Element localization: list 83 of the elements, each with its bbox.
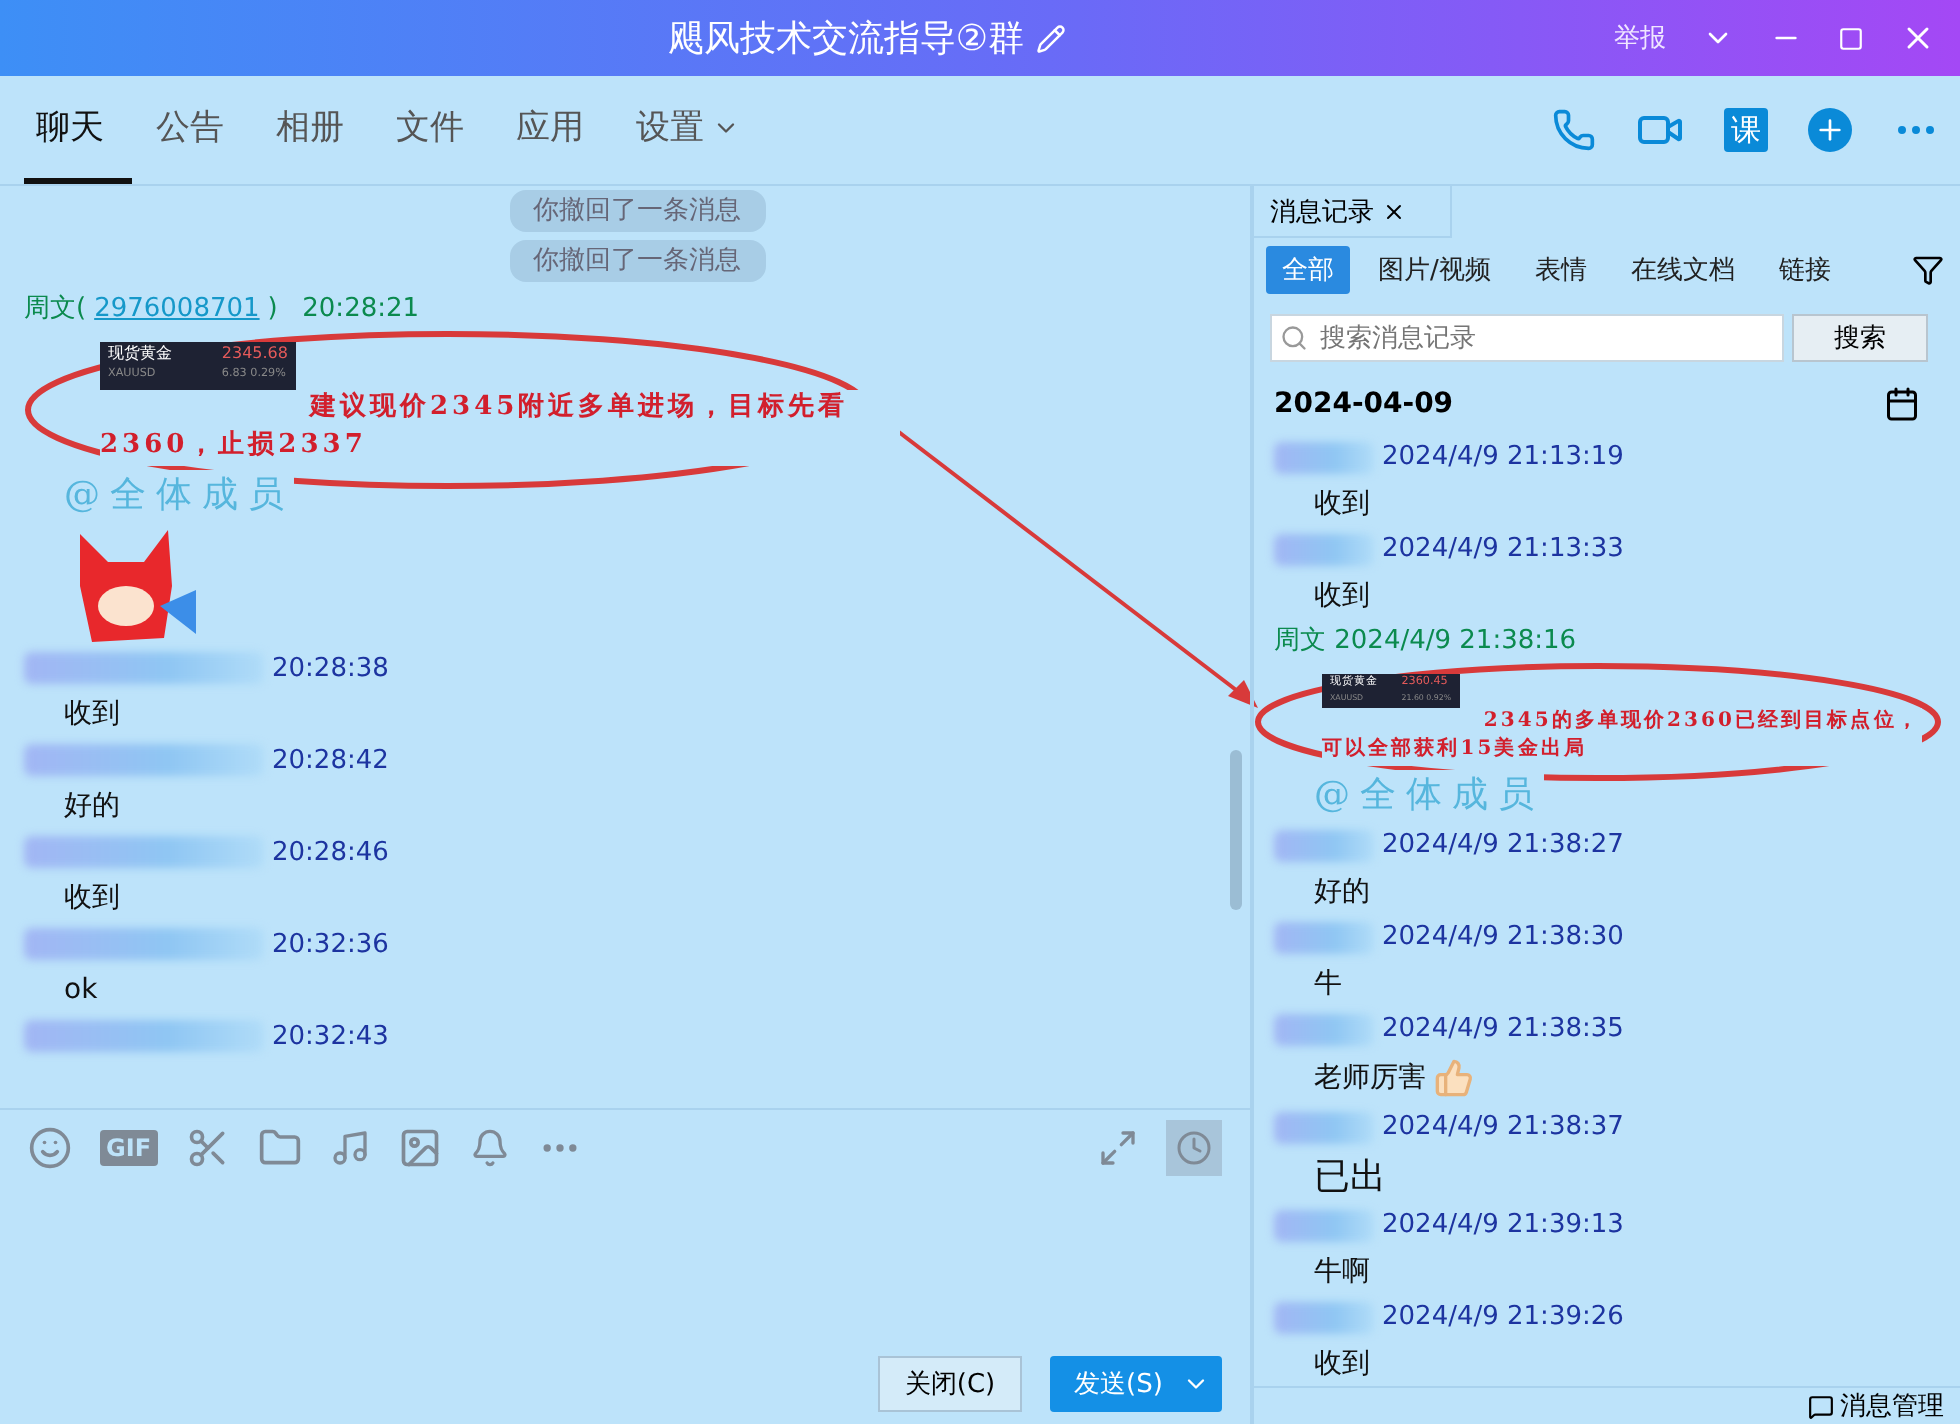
search-button[interactable]: 搜索 (1792, 314, 1928, 363)
mention-text: @全体成员 (1314, 770, 1544, 818)
blurred-name (1274, 1209, 1374, 1241)
message-time: 20:28:42 (272, 745, 389, 776)
message-manage-link[interactable]: 消息管理 (1840, 1388, 1944, 1424)
message-time: 20:32:36 (272, 929, 389, 960)
message-time: 2024/4/9 21:39:26 (1382, 1302, 1624, 1332)
history-tab[interactable]: 消息记录 (1254, 186, 1452, 239)
message-time: 2024/4/9 21:13:19 (1382, 442, 1624, 473)
filter-tab[interactable]: 表情 (1518, 246, 1603, 295)
plus-icon (1814, 114, 1846, 146)
message-text: 收到 (62, 880, 120, 917)
blurred-name (1274, 1111, 1374, 1143)
message-text: 老师厉害 (1312, 1060, 1426, 1096)
message-text: 好的 (62, 788, 120, 825)
tab[interactable]: 聊天 (24, 76, 132, 184)
filter-icon[interactable] (1912, 254, 1944, 287)
add-button[interactable] (1808, 108, 1852, 152)
image-icon[interactable] (397, 1126, 442, 1170)
message-time: 20:28:46 (272, 837, 389, 868)
search-icon (1280, 324, 1308, 353)
search-field[interactable]: 搜索消息记录 (1270, 314, 1784, 363)
calendar-icon[interactable] (1884, 385, 1920, 422)
message-text: 2345的多单现价2360已经到目标点位，可以全部获利15美金出局 (1322, 707, 1922, 766)
scissors-icon[interactable] (185, 1126, 230, 1170)
history-button[interactable] (1166, 1120, 1222, 1176)
message-time: 20:32:43 (272, 1021, 389, 1052)
folder-icon[interactable] (257, 1126, 302, 1170)
message-text: 收到 (1312, 577, 1370, 614)
blurred-name (1274, 829, 1374, 861)
mention-text: @全体成员 (64, 469, 294, 518)
clock-icon (1176, 1130, 1212, 1166)
bell-icon[interactable] (469, 1128, 510, 1168)
phone-icon[interactable] (1552, 108, 1596, 152)
message-text: 牛 (1312, 965, 1342, 1001)
message-time: 2024/4/9 21:38:37 (1382, 1112, 1624, 1142)
message-text: 收到 (1312, 485, 1370, 522)
close-icon[interactable] (1382, 199, 1406, 223)
message-time: 2024/4/9 21:38:30 (1382, 922, 1624, 952)
tab[interactable]: 相册 (264, 76, 372, 184)
report-link[interactable]: 举报 (1614, 20, 1666, 56)
expand-icon[interactable] (1098, 1128, 1138, 1168)
date-heading: 2024-04-09 (1274, 387, 1454, 420)
blurred-name (1274, 921, 1374, 953)
filter-tab[interactable]: 图片/视频 (1362, 246, 1507, 295)
filter-tab[interactable]: 链接 (1762, 246, 1847, 295)
message-icon (1808, 1393, 1834, 1419)
filter-tab[interactable]: 全部 (1266, 246, 1350, 295)
message-text: 已出 (1312, 1154, 1386, 1200)
bracket: ) (267, 293, 278, 323)
message-time: 2024/4/9 21:39:13 (1382, 1210, 1624, 1240)
message-time: 2024/4/9 21:38:35 (1382, 1014, 1624, 1044)
message-text: 好的 (1312, 873, 1370, 909)
blurred-name (1274, 1013, 1374, 1045)
message-text: 收到 (1312, 1345, 1370, 1381)
blurred-name (1274, 1301, 1374, 1333)
message-text: 牛啊 (1312, 1253, 1370, 1289)
send-button[interactable]: 发送(S) (1050, 1356, 1222, 1412)
thumbs-up-icon (1434, 1058, 1474, 1098)
message-text: 建议现价2345附近多单进场，目标先看2360，止损2337 (100, 390, 900, 466)
filter-tab[interactable]: 在线文档 (1614, 246, 1751, 295)
maximize-icon[interactable] (1838, 25, 1864, 51)
message-time: 2024/4/9 21:13:33 (1382, 534, 1624, 565)
tab[interactable]: 应用 (504, 76, 612, 184)
close-button[interactable]: 关闭(C) (878, 1356, 1022, 1412)
tab[interactable]: 设置 (624, 76, 768, 184)
window-title: 飓风技术交流指导②群 (667, 16, 1025, 62)
message-time: 20:28:38 (272, 653, 389, 684)
tab[interactable]: 文件 (384, 76, 492, 184)
edit-icon[interactable] (1036, 23, 1067, 53)
lesson-button[interactable]: 课 (1724, 108, 1768, 152)
music-icon[interactable] (329, 1128, 370, 1168)
blurred-name (1274, 533, 1374, 566)
recall-notice: 你撤回了一条消息 (509, 240, 765, 282)
message-text: 收到 (62, 696, 120, 733)
message-text: ok (62, 974, 98, 1007)
smile-icon[interactable] (28, 1126, 72, 1170)
recall-notice: 你撤回了一条消息 (509, 190, 765, 232)
blurred-name (1274, 441, 1374, 474)
scrollbar[interactable] (1230, 750, 1242, 910)
sender-name: 周文( (24, 290, 87, 326)
message-time: 2024/4/9 21:38:27 (1382, 830, 1624, 860)
tab[interactable]: 公告 (144, 76, 252, 184)
